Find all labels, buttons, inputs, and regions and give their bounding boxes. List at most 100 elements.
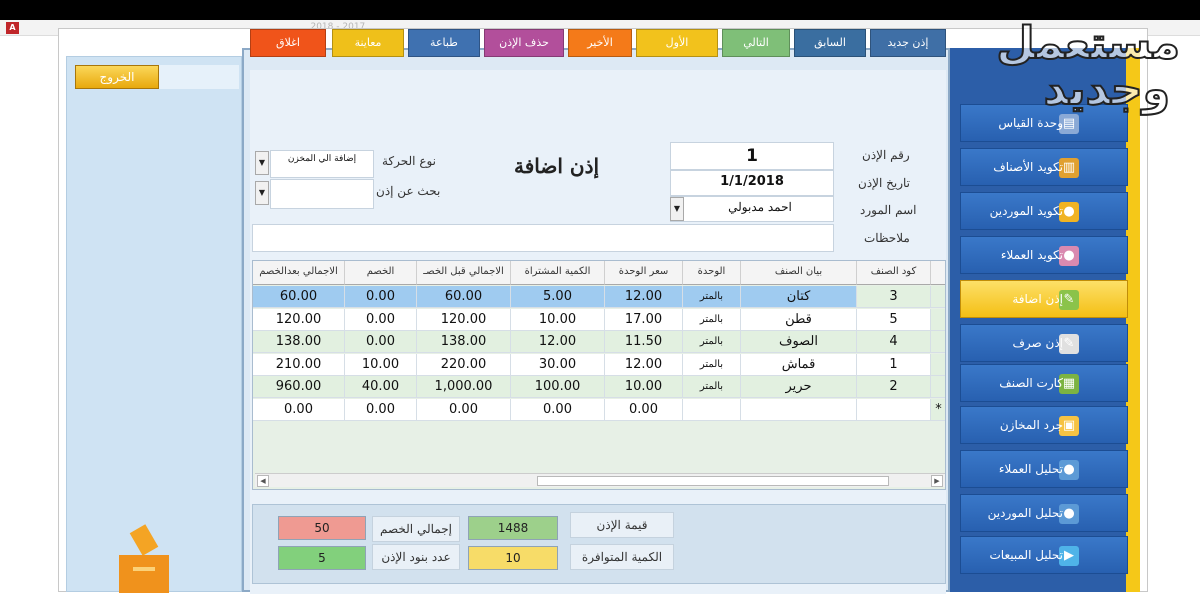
grid-cell[interactable]: 0.00 xyxy=(345,286,417,308)
grid-cell[interactable]: قماش xyxy=(741,353,857,376)
table-row[interactable]: 1 قماش بالمتر 12.00 30.00 220.00 10.00 210.00 xyxy=(253,353,945,376)
grid-cell[interactable]: بالمتر xyxy=(683,331,741,353)
grid-cell[interactable]: 1,000.00 xyxy=(417,376,511,398)
grid-cell[interactable]: 120.00 xyxy=(417,308,511,331)
grid-cell[interactable]: 10.00 xyxy=(511,308,605,331)
grid-cell[interactable]: 3 xyxy=(857,286,931,308)
sidebar-item[interactable]: ▦ كارت الصنف xyxy=(960,364,1128,402)
toolbar-button[interactable]: الأول xyxy=(636,29,718,57)
grid-cell[interactable]: 0.00 xyxy=(345,331,417,353)
grid-cell[interactable]: حرير xyxy=(741,376,857,398)
grid-cell[interactable]: 220.00 xyxy=(417,353,511,376)
scroll-right-icon[interactable]: ▶ xyxy=(931,475,943,487)
permit-no-label: رقم الإذن xyxy=(862,148,910,162)
grid-cell[interactable]: 30.00 xyxy=(511,353,605,376)
grid-cell[interactable]: 12.00 xyxy=(605,353,683,376)
grid-cell[interactable]: 2 xyxy=(857,376,931,398)
search-permit-select[interactable] xyxy=(270,179,374,209)
row-selector[interactable]: * xyxy=(931,398,945,421)
grid-cell[interactable] xyxy=(683,398,741,421)
grid-cell[interactable]: بالمتر xyxy=(683,353,741,376)
grid-cell[interactable]: 0.00 xyxy=(417,398,511,421)
grid-column-header[interactable]: الخصم xyxy=(345,261,417,285)
grid-cell[interactable]: 0.00 xyxy=(605,398,683,421)
grid-cell[interactable]: كتان xyxy=(741,286,857,308)
sidebar-item[interactable]: ● تكويد العملاء xyxy=(960,236,1128,274)
toolbar-button[interactable]: السابق xyxy=(794,29,866,57)
table-row[interactable]: 4 الصوف بالمتر 11.50 12.00 138.00 0.00 138.00 xyxy=(253,331,945,353)
row-selector[interactable] xyxy=(931,376,945,398)
grid-cell[interactable]: 0.00 xyxy=(253,398,345,421)
grid-column-header[interactable]: الاجمالي قبل الخصـ xyxy=(417,261,511,285)
sidebar-item[interactable]: ✎ إذن اضافة xyxy=(960,280,1128,318)
grid-cell[interactable]: 120.00 xyxy=(253,308,345,331)
grid-cell[interactable]: 12.00 xyxy=(605,286,683,308)
grid-cell[interactable]: 100.00 xyxy=(511,376,605,398)
sidebar-item[interactable]: ▤ وحدة القياس xyxy=(960,104,1128,142)
grid-cell[interactable]: 0.00 xyxy=(345,398,417,421)
sidebar-item[interactable]: ▥ تكويد الأصناف xyxy=(960,148,1128,186)
table-row[interactable]: 5 قطن بالمتر 17.00 10.00 120.00 0.00 120.00 xyxy=(253,308,945,331)
grid-cell[interactable] xyxy=(741,398,857,421)
grid-horizontal-scrollbar[interactable]: ◀ ▶ xyxy=(255,473,945,487)
toolbar-button[interactable]: الأخير xyxy=(568,29,632,57)
grid-cell[interactable]: بالمتر xyxy=(683,286,741,308)
grid-cell[interactable]: 11.50 xyxy=(605,331,683,353)
row-selector[interactable] xyxy=(931,308,945,331)
row-selector[interactable] xyxy=(931,353,945,376)
grid-cell[interactable]: بالمتر xyxy=(683,308,741,331)
table-row[interactable]: 3 كتان بالمتر 12.00 5.00 60.00 0.00 60.00 xyxy=(253,286,945,308)
toolbar-button[interactable]: حذف الإذن xyxy=(484,29,564,57)
grid-cell[interactable]: 138.00 xyxy=(253,331,345,353)
scrollbar-thumb[interactable] xyxy=(537,476,889,486)
notes-field[interactable] xyxy=(252,224,834,252)
grid-column-header[interactable]: الوحدة xyxy=(683,261,741,285)
grid-new-row[interactable]: 0.00 0.00 0.00 0.00 0.00 * xyxy=(253,398,945,421)
grid-cell[interactable]: 5.00 xyxy=(511,286,605,308)
sidebar-item[interactable]: ✎ إذن صرف xyxy=(960,324,1128,362)
grid-cell[interactable]: 60.00 xyxy=(417,286,511,308)
grid-cell[interactable]: قطن xyxy=(741,308,857,331)
sidebar-item[interactable]: ● تحليل الموردين xyxy=(960,494,1128,532)
grid-column-header[interactable]: كود الصنف xyxy=(857,261,931,285)
row-selector[interactable] xyxy=(931,331,945,353)
grid-cell[interactable]: 4 xyxy=(857,331,931,353)
toolbar-button[interactable]: معاينة xyxy=(332,29,404,57)
grid-cell[interactable]: 0.00 xyxy=(511,398,605,421)
sidebar-item[interactable]: ▣ جرد المخازن xyxy=(960,406,1128,444)
grid-cell[interactable]: 960.00 xyxy=(253,376,345,398)
toolbar-button[interactable]: إذن جديد xyxy=(870,29,946,57)
sidebar-item-label: وحدة القياس xyxy=(998,116,1063,130)
grid-cell[interactable]: 10.00 xyxy=(605,376,683,398)
grid-column-header[interactable]: الكمية المشتراة xyxy=(511,261,605,285)
scroll-left-icon[interactable]: ◀ xyxy=(257,475,269,487)
grid-column-header[interactable]: سعر الوحدة xyxy=(605,261,683,285)
grid-cell[interactable]: 10.00 xyxy=(345,353,417,376)
grid-cell[interactable]: 138.00 xyxy=(417,331,511,353)
exit-button[interactable]: الخروج xyxy=(75,65,159,89)
table-row[interactable]: 2 حرير بالمتر 10.00 100.00 1,000.00 40.00 960.0… xyxy=(253,376,945,398)
grid-cell[interactable]: 60.00 xyxy=(253,286,345,308)
movement-type-dropdown-arrow-icon[interactable]: ▼ xyxy=(255,151,269,175)
grid-cell[interactable]: بالمتر xyxy=(683,376,741,398)
grid-cell[interactable]: 210.00 xyxy=(253,353,345,376)
grid-cell[interactable]: 12.00 xyxy=(511,331,605,353)
supplier-dropdown-arrow-icon[interactable]: ▼ xyxy=(670,197,684,221)
grid-cell[interactable] xyxy=(857,398,931,421)
grid-cell[interactable]: 1 xyxy=(857,353,931,376)
toolbar-button[interactable]: طباعة xyxy=(408,29,480,57)
toolbar-button[interactable]: التالي xyxy=(722,29,790,57)
grid-cell[interactable]: 5 xyxy=(857,308,931,331)
grid-cell[interactable]: 0.00 xyxy=(345,308,417,331)
sidebar-item[interactable]: ▶ تحليل المبيعات xyxy=(960,536,1128,574)
grid-column-header[interactable]: الاجمالي بعدالخصم xyxy=(253,261,345,285)
grid-cell[interactable]: الصوف xyxy=(741,331,857,353)
sidebar-item[interactable]: ● تكويد الموردين xyxy=(960,192,1128,230)
search-permit-dropdown-arrow-icon[interactable]: ▼ xyxy=(255,181,269,205)
toolbar-button[interactable]: اغلاق xyxy=(250,29,326,57)
row-selector[interactable] xyxy=(931,286,945,308)
grid-cell[interactable]: 17.00 xyxy=(605,308,683,331)
grid-column-header[interactable]: بيان الصنف xyxy=(741,261,857,285)
grid-cell[interactable]: 40.00 xyxy=(345,376,417,398)
sidebar-item[interactable]: ● تحليل العملاء xyxy=(960,450,1128,488)
